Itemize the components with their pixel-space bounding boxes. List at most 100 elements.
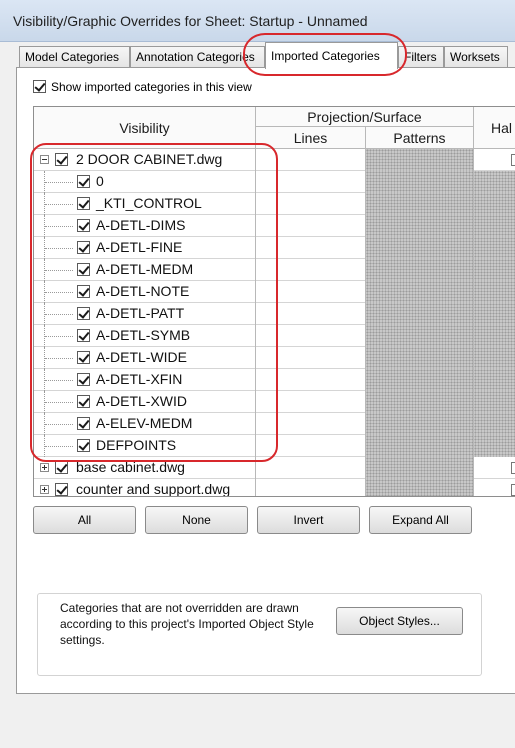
all-button[interactable]: All [33,506,136,534]
patterns-override-cell[interactable] [366,281,474,303]
visibility-checkbox[interactable] [77,351,90,364]
visibility-checkbox[interactable] [77,175,90,188]
visibility-checkbox[interactable] [55,483,68,496]
halftone-cell[interactable] [474,413,515,435]
visibility-checkbox[interactable] [77,395,90,408]
lines-override-cell[interactable] [256,325,366,347]
visibility-checkbox[interactable] [55,153,68,166]
lines-override-cell[interactable] [256,435,366,457]
halftone-cell[interactable] [474,215,515,237]
patterns-override-cell[interactable] [366,259,474,281]
header-visibility[interactable]: Visibility [34,107,256,149]
lines-override-cell[interactable] [256,281,366,303]
halftone-cell[interactable] [474,435,515,457]
visibility-checkbox[interactable] [77,417,90,430]
tab-worksets[interactable]: Worksets [444,46,508,68]
lines-override-cell[interactable] [256,193,366,215]
table-row[interactable]: A-DETL-DIMS [34,215,515,237]
patterns-override-cell[interactable] [366,193,474,215]
table-row[interactable]: A-DETL-FINE [34,237,515,259]
tab-annotation-categories[interactable]: Annotation Categories [130,46,265,68]
collapse-minus-icon[interactable] [40,155,49,164]
lines-override-cell[interactable] [256,391,366,413]
patterns-override-cell[interactable] [366,237,474,259]
lines-override-cell[interactable] [256,215,366,237]
lines-override-cell[interactable] [256,457,366,479]
visibility-checkbox[interactable] [77,241,90,254]
halftone-checkbox[interactable] [511,462,515,474]
patterns-override-cell[interactable] [366,435,474,457]
visibility-checkbox[interactable] [77,307,90,320]
halftone-cell[interactable] [474,369,515,391]
lines-override-cell[interactable] [256,347,366,369]
visibility-checkbox[interactable] [77,219,90,232]
table-row[interactable]: A-DETL-XFIN [34,369,515,391]
table-row[interactable]: A-DETL-SYMB [34,325,515,347]
table-row[interactable]: A-DETL-XWID [34,391,515,413]
visibility-checkbox[interactable] [77,263,90,276]
expand-plus-icon[interactable] [40,485,49,494]
halftone-cell[interactable] [474,391,515,413]
table-row[interactable]: A-ELEV-MEDM [34,413,515,435]
tab-imported-categories[interactable]: Imported Categories [265,42,398,69]
lines-override-cell[interactable] [256,303,366,325]
header-patterns[interactable]: Patterns [366,127,474,149]
tab-model-categories[interactable]: Model Categories [19,46,130,68]
patterns-override-cell[interactable] [366,347,474,369]
halftone-cell[interactable] [474,479,515,496]
patterns-override-cell[interactable] [366,413,474,435]
visibility-checkbox[interactable] [77,329,90,342]
halftone-cell[interactable] [474,303,515,325]
patterns-override-cell[interactable] [366,303,474,325]
lines-override-cell[interactable] [256,237,366,259]
patterns-override-cell[interactable] [366,171,474,193]
visibility-checkbox[interactable] [77,285,90,298]
halftone-checkbox[interactable] [511,484,515,496]
patterns-override-cell[interactable] [366,215,474,237]
lines-override-cell[interactable] [256,149,366,171]
patterns-override-cell[interactable] [366,391,474,413]
halftone-checkbox[interactable] [511,154,515,166]
visibility-checkbox[interactable] [55,461,68,474]
none-button[interactable]: None [145,506,248,534]
patterns-override-cell[interactable] [366,149,474,171]
lines-override-cell[interactable] [256,171,366,193]
lines-override-cell[interactable] [256,369,366,391]
lines-override-cell[interactable] [256,413,366,435]
visibility-checkbox[interactable] [77,373,90,386]
tab-filters[interactable]: Filters [398,46,444,68]
patterns-override-cell[interactable] [366,325,474,347]
expand-plus-icon[interactable] [40,463,49,472]
halftone-cell[interactable] [474,347,515,369]
table-row[interactable]: counter and support.dwg [34,479,515,496]
lines-override-cell[interactable] [256,259,366,281]
visibility-checkbox[interactable] [77,439,90,452]
halftone-cell[interactable] [474,149,515,171]
table-row[interactable]: A-DETL-WIDE [34,347,515,369]
halftone-cell[interactable] [474,281,515,303]
patterns-override-cell[interactable] [366,369,474,391]
expand-all-button[interactable]: Expand All [369,506,472,534]
halftone-cell[interactable] [474,457,515,479]
show-imported-checkbox[interactable] [33,80,46,93]
table-row[interactable]: A-DETL-NOTE [34,281,515,303]
header-lines[interactable]: Lines [256,127,366,149]
object-styles-button[interactable]: Object Styles... [336,607,463,635]
table-row[interactable]: _KTI_CONTROL [34,193,515,215]
table-row[interactable]: base cabinet.dwg [34,457,515,479]
table-row[interactable]: 0 [34,171,515,193]
halftone-cell[interactable] [474,259,515,281]
halftone-cell[interactable] [474,171,515,193]
patterns-override-cell[interactable] [366,457,474,479]
table-row[interactable]: A-DETL-MEDM [34,259,515,281]
header-halftone[interactable]: Hal [474,107,515,149]
lines-override-cell[interactable] [256,479,366,496]
table-row[interactable]: DEFPOINTS [34,435,515,457]
patterns-override-cell[interactable] [366,479,474,496]
visibility-checkbox[interactable] [77,197,90,210]
halftone-cell[interactable] [474,237,515,259]
halftone-cell[interactable] [474,193,515,215]
table-row[interactable]: 2 DOOR CABINET.dwg [34,149,515,171]
table-row[interactable]: A-DETL-PATT [34,303,515,325]
halftone-cell[interactable] [474,325,515,347]
